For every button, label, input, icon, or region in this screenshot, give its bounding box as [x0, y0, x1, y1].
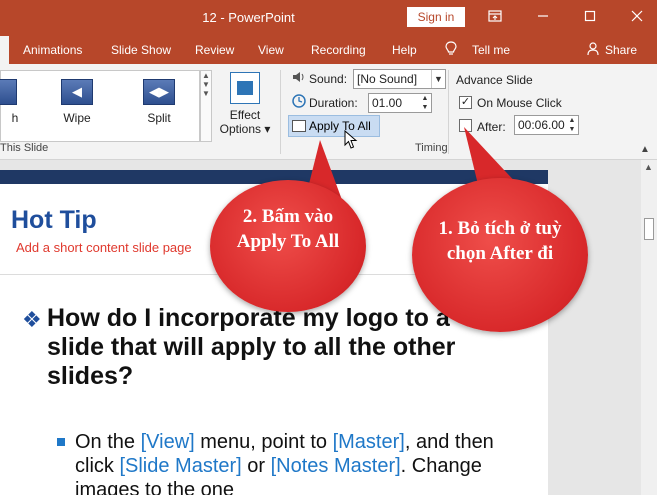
answer-link-view: [View]: [140, 431, 195, 453]
sound-label: Sound:: [309, 72, 348, 86]
effect-options-button[interactable]: Effect Options ▾: [218, 72, 272, 136]
restore-ribbon-icon[interactable]: [483, 6, 507, 28]
apply-to-all-label: Apply To All: [309, 119, 371, 133]
split-icon: ◀▶: [143, 79, 175, 105]
title-bar: 12 - PowerPoint Sign in: [0, 0, 657, 36]
apply-to-all-icon: [292, 120, 306, 132]
group-separator: [280, 70, 281, 154]
after-time-spinner[interactable]: ▲ ▼: [566, 116, 578, 134]
collapse-ribbon-icon[interactable]: ▲: [640, 144, 650, 155]
on-mouse-click-checkbox[interactable]: ✓: [459, 96, 472, 109]
clock-icon: [291, 94, 307, 110]
sound-value: [No Sound]: [357, 72, 418, 86]
ribbon-tabs: Animations Slide Show Review View Record…: [0, 36, 657, 64]
answer-link-notes-master: [Notes Master]: [270, 455, 401, 477]
tab-animations[interactable]: Animations: [23, 43, 82, 57]
tab-recording[interactable]: Recording: [311, 43, 366, 57]
answer-text-4: or: [241, 455, 271, 477]
transition-partial-icon: [0, 79, 17, 105]
tab-review[interactable]: Review: [195, 43, 234, 57]
duration-spinner[interactable]: ▲ ▼: [419, 94, 431, 112]
transition-partial[interactable]: h: [0, 79, 31, 125]
minimize-icon[interactable]: [531, 6, 555, 28]
diamond-bullet-icon: ❖: [22, 307, 42, 332]
share-person-icon[interactable]: [587, 42, 601, 59]
answer-text-2: menu, point to: [194, 431, 333, 453]
tell-me-search[interactable]: Tell me: [472, 43, 510, 57]
maximize-icon[interactable]: [578, 6, 602, 28]
tab-view[interactable]: View: [258, 43, 284, 57]
tab-help[interactable]: Help: [392, 43, 417, 57]
answer-text-1: On the: [75, 431, 141, 453]
active-tab-edge: [0, 36, 9, 64]
callout-step-2: 2. Bấm vào Apply To All: [210, 180, 366, 312]
transition-gallery: h ◀ Wipe ◀▶ Split: [0, 70, 200, 142]
advance-slide-heading: Advance Slide: [456, 73, 533, 87]
scroll-up-icon[interactable]: ▲: [644, 162, 653, 172]
callout-step-1: 1. Bỏ tích ở tuỳ chọn After đi: [412, 178, 588, 332]
mouse-cursor-icon: [344, 130, 358, 149]
sign-in-button[interactable]: Sign in: [407, 7, 465, 27]
slide-title: Hot Tip: [11, 206, 97, 234]
effect-options-label-1: Effect: [229, 108, 261, 122]
duration-value: 01.00: [372, 96, 403, 110]
sound-select[interactable]: [No Sound] ▼: [353, 69, 446, 89]
chevron-down-icon[interactable]: ▼: [431, 70, 445, 88]
slide-subtitle: Add a short content slide page: [16, 240, 192, 255]
scrollbar-thumb[interactable]: [644, 218, 654, 240]
transition-wipe[interactable]: ◀ Wipe: [47, 79, 107, 125]
duration-input[interactable]: 01.00 ▲ ▼: [368, 93, 432, 113]
sound-icon: [291, 70, 307, 86]
slide-question: How do I incorporate my logo to a slide …: [47, 304, 456, 390]
tab-slide-show[interactable]: Slide Show: [111, 43, 171, 57]
share-button[interactable]: Share: [605, 43, 637, 57]
group-label-timing: Timing: [415, 142, 448, 154]
slide-answer: On the [View] menu, point to [Master], a…: [75, 430, 515, 495]
transition-wipe-label: Wipe: [63, 111, 91, 125]
transition-partial-label: h: [11, 111, 19, 125]
duration-label: Duration:: [309, 96, 358, 110]
apply-to-all-button[interactable]: Apply To All: [288, 115, 380, 137]
transition-split[interactable]: ◀▶ Split: [129, 79, 189, 125]
answer-link-master: [Master]: [332, 431, 405, 453]
answer-link-slide-master: [Slide Master]: [119, 455, 242, 477]
group-label-this-slide: This Slide: [0, 142, 49, 154]
transition-split-label: Split: [147, 111, 171, 125]
square-bullet-icon: [57, 438, 65, 446]
vertical-scrollbar[interactable]: ▲: [641, 160, 657, 495]
window-title: 12 - PowerPoint: [202, 10, 295, 25]
on-mouse-click-label: On Mouse Click: [477, 96, 562, 110]
effect-options-icon: [230, 72, 260, 104]
effect-options-label-2: Options ▾: [219, 122, 271, 136]
group-separator-2: [448, 70, 449, 154]
gallery-scroll[interactable]: ▲ ▼ ▼: [200, 70, 212, 142]
lightbulb-icon[interactable]: [445, 41, 457, 60]
wipe-icon: ◀: [61, 79, 93, 105]
close-icon[interactable]: [625, 6, 649, 28]
